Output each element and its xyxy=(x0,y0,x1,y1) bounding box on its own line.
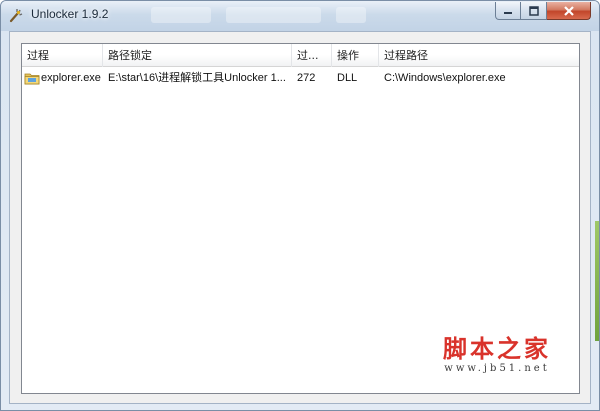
desktop-background-edge xyxy=(595,221,599,341)
wand-icon xyxy=(9,9,23,23)
column-header-process-path[interactable]: 过程路径 xyxy=(379,44,579,67)
column-header-path-locked[interactable]: 路径锁定 xyxy=(103,44,292,67)
title-bar[interactable]: Unlocker 1.9.2 xyxy=(1,1,599,31)
title-bar-reflection xyxy=(226,7,321,23)
column-header-action[interactable]: 操作 xyxy=(332,44,379,67)
watermark-title: 脚本之家 xyxy=(443,334,551,363)
window-title: Unlocker 1.9.2 xyxy=(31,7,109,21)
row-action: DLL xyxy=(337,72,358,84)
close-button[interactable] xyxy=(547,2,591,20)
row-process-cell: explorer.exe xyxy=(22,68,103,88)
window-controls xyxy=(495,2,591,20)
maximize-button[interactable] xyxy=(521,2,547,20)
row-process-path: C:\Windows\explorer.exe xyxy=(384,72,506,84)
table-row[interactable]: explorer.exe E:\star\16\进程解锁工具Unlocker 1… xyxy=(22,68,579,88)
column-header-pid[interactable]: 过... xyxy=(292,44,332,67)
minimize-button[interactable] xyxy=(495,2,521,20)
title-bar-reflection xyxy=(336,7,366,23)
minimize-icon xyxy=(504,11,512,14)
row-process-name: explorer.exe xyxy=(41,72,101,84)
list-header: 过程 路径锁定 过... 操作 过程路径 xyxy=(22,44,579,67)
row-path-locked: E:\star\16\进程解锁工具Unlocker 1... xyxy=(108,72,286,84)
column-header-process[interactable]: 过程 xyxy=(22,44,103,67)
maximize-icon xyxy=(528,5,539,16)
unlocker-window: Unlocker 1.9.2 过程 路径锁定 过... 操作 过程路径 expl… xyxy=(0,0,600,411)
row-pid: 272 xyxy=(297,72,316,84)
close-icon xyxy=(563,5,574,16)
title-bar-reflection xyxy=(151,7,211,23)
site-watermark: 脚本之家 www.jb51.net xyxy=(443,329,551,374)
watermark-url: www.jb51.net xyxy=(444,363,550,374)
explorer-file-icon xyxy=(24,73,40,85)
